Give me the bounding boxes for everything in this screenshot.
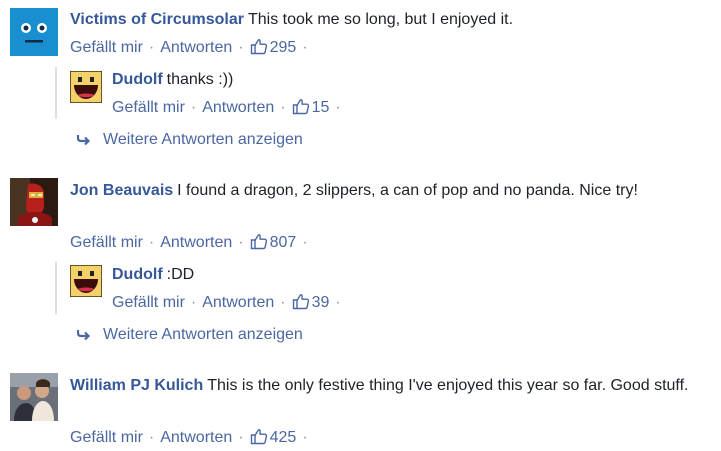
like-count[interactable]: 15 — [312, 99, 330, 116]
avatar-image — [70, 71, 102, 103]
reply-author[interactable]: Dudolf — [112, 71, 163, 88]
thumbs-up-icon[interactable] — [292, 292, 310, 316]
reply-button[interactable]: Antworten — [160, 429, 232, 446]
like-button[interactable]: Gefällt mir — [70, 234, 143, 251]
separator: · — [238, 429, 244, 446]
comment-author[interactable]: Victims of Circumsolar — [70, 11, 244, 28]
reply-actions: Gefällt mir · Antworten · 39 · — [112, 292, 347, 316]
reply-body: Dudolf:DD — [112, 263, 702, 286]
avatar[interactable] — [10, 8, 58, 56]
like-count[interactable]: 295 — [270, 39, 297, 56]
avatar[interactable] — [70, 265, 102, 297]
comment-text: I found a dragon, 2 slippers, a can of p… — [177, 182, 638, 199]
avatar-image — [10, 178, 58, 226]
avatar[interactable] — [10, 373, 58, 421]
reply-button[interactable]: Antworten — [202, 99, 274, 116]
avatar[interactable] — [10, 178, 58, 226]
like-count[interactable]: 807 — [270, 234, 297, 251]
comment-author[interactable]: Jon Beauvais — [70, 182, 173, 199]
avatar-image — [70, 265, 102, 297]
separator: · — [148, 39, 155, 56]
separator: · — [280, 294, 286, 311]
comment: Victims of Circumsolar This took me so lo… — [0, 0, 721, 160]
separator: · — [238, 234, 244, 251]
reply-body: Dudolf thanks :)) — [112, 68, 702, 91]
comment-text: This is the only festive thing I've enjo… — [207, 377, 689, 394]
comment-actions: Gefällt mir · Antworten · 807 · — [70, 232, 314, 256]
show-more-replies-button[interactable]: Weitere Antworten anzeigen — [76, 325, 303, 347]
thumbs-up-icon[interactable] — [292, 97, 310, 121]
avatar[interactable] — [70, 71, 102, 103]
reply-button[interactable]: Antworten — [160, 39, 232, 56]
separator: · — [190, 99, 197, 116]
like-button[interactable]: Gefällt mir — [112, 294, 185, 311]
thumbs-up-icon[interactable] — [250, 37, 268, 61]
reply-arrow-icon — [76, 132, 91, 152]
comment-body: Jon Beauvais I found a dragon, 2 slippers… — [70, 179, 710, 202]
reply-author[interactable]: Dudolf — [112, 266, 163, 283]
separator: · — [302, 429, 308, 446]
separator: · — [280, 99, 286, 116]
comment-author[interactable]: William PJ Kulich — [70, 377, 203, 394]
separator: · — [335, 99, 341, 116]
comment-actions: Gefällt mir · Antworten · 425 · — [70, 427, 314, 451]
comment-body: William PJ Kulich This is the only festiv… — [70, 374, 710, 397]
reply-arrow-icon — [76, 327, 91, 347]
thumbs-up-icon[interactable] — [250, 232, 268, 256]
thumbs-up-icon[interactable] — [250, 427, 268, 451]
avatar-image — [10, 8, 58, 56]
reply-button[interactable]: Antworten — [202, 294, 274, 311]
reply-text: :DD — [166, 266, 195, 283]
reply-thread-line — [55, 262, 57, 314]
show-more-replies-label: Weitere Antworten anzeigen — [103, 326, 303, 343]
separator: · — [190, 294, 197, 311]
reply-button[interactable]: Antworten — [160, 234, 232, 251]
comment-text: This took me so long, but I enjoyed it. — [247, 11, 514, 28]
separator: · — [148, 234, 155, 251]
comment-actions: Gefällt mir · Antworten · 295 · — [70, 37, 314, 61]
show-more-replies-label: Weitere Antworten anzeigen — [103, 131, 303, 148]
show-more-replies-button[interactable]: Weitere Antworten anzeigen — [76, 130, 303, 152]
separator: · — [302, 39, 308, 56]
separator: · — [148, 429, 155, 446]
reply-thread-line — [55, 67, 57, 119]
like-button[interactable]: Gefällt mir — [70, 429, 143, 446]
avatar-image — [10, 373, 58, 421]
like-button[interactable]: Gefällt mir — [70, 39, 143, 56]
reply-text: thanks :)) — [166, 71, 234, 88]
like-count[interactable]: 425 — [270, 429, 297, 446]
like-count[interactable]: 39 — [312, 294, 330, 311]
reply-actions: Gefällt mir · Antworten · 15 · — [112, 97, 347, 121]
separator: · — [302, 234, 308, 251]
separator: · — [238, 39, 244, 56]
comment-body: Victims of Circumsolar This took me so lo… — [70, 8, 710, 31]
like-button[interactable]: Gefällt mir — [112, 99, 185, 116]
separator: · — [335, 294, 341, 311]
